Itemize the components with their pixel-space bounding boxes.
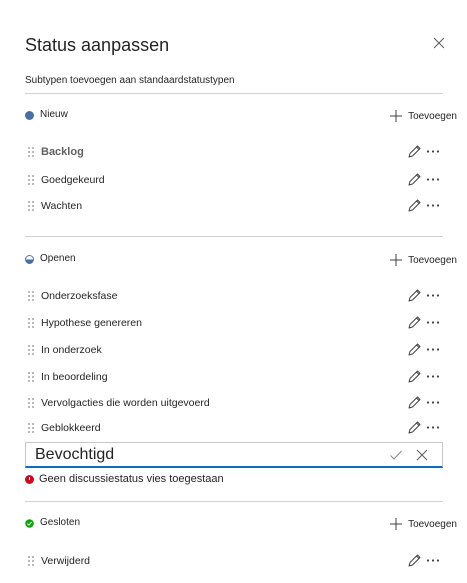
status-open-icon <box>25 255 34 264</box>
section-header-openen: Openen Toevoegen <box>25 250 457 270</box>
list-item[interactable]: In beoordeling <box>25 367 443 387</box>
divider <box>25 236 443 237</box>
item-label: Geblokkeerd <box>41 422 101 434</box>
more-options-icon[interactable] <box>426 144 440 159</box>
drag-handle-icon[interactable] <box>27 397 35 409</box>
add-subtype-button-nieuw[interactable]: Toevoegen <box>390 106 457 126</box>
status-closed-icon <box>25 519 34 528</box>
validation-error: Geen discussiestatus vies toegestaan <box>25 473 224 485</box>
more-options-icon[interactable] <box>426 172 440 187</box>
section-label: Nieuw <box>40 109 68 120</box>
drag-handle-icon[interactable] <box>27 174 35 186</box>
more-options-icon[interactable] <box>426 369 440 384</box>
drag-handle-icon[interactable] <box>27 344 35 356</box>
section-label: Openen <box>40 253 76 264</box>
add-subtype-button-gesloten[interactable]: Toevoegen <box>390 514 457 534</box>
list-item[interactable]: Hypothese genereren <box>25 313 443 333</box>
more-options-icon[interactable] <box>426 553 440 568</box>
divider <box>25 93 443 94</box>
item-label: Onderzoeksfase <box>41 290 118 302</box>
dialog-subtitle: Subtypen toevoegen aan standaardstatusty… <box>25 75 235 86</box>
list-item[interactable]: Geblokkeerd <box>25 418 443 438</box>
more-options-icon[interactable] <box>426 395 440 410</box>
plus-icon <box>390 254 403 266</box>
edit-icon[interactable] <box>407 144 422 159</box>
section-header-gesloten: Gesloten Toevoegen <box>25 514 457 534</box>
plus-icon <box>390 110 403 122</box>
more-options-icon[interactable] <box>426 288 440 303</box>
divider <box>25 501 443 502</box>
item-label: Vervolgacties die worden uitgevoerd <box>41 397 210 409</box>
list-item[interactable]: Wachten <box>25 196 443 216</box>
drag-handle-icon[interactable] <box>27 317 35 329</box>
add-label: Toevoegen <box>408 110 457 122</box>
check-icon[interactable] <box>389 448 403 462</box>
list-item[interactable]: Goedgekeurd <box>25 170 443 190</box>
subtype-name-input[interactable] <box>35 445 375 465</box>
section-label: Gesloten <box>40 517 81 528</box>
new-subtype-editor <box>25 442 443 468</box>
item-label: Wachten <box>41 200 83 212</box>
error-message: Geen discussiestatus vies toegestaan <box>39 473 224 485</box>
drag-handle-icon[interactable] <box>27 371 35 383</box>
list-item[interactable]: Vervolgacties die worden uitgevoerd <box>25 393 443 413</box>
edit-icon[interactable] <box>407 198 422 213</box>
edit-icon[interactable] <box>407 420 422 435</box>
more-options-icon[interactable] <box>426 315 440 330</box>
close-icon[interactable] <box>430 34 448 52</box>
add-label: Toevoegen <box>408 518 457 530</box>
item-label: Verwijderd <box>41 555 91 567</box>
list-item[interactable]: In onderzoek <box>25 340 443 360</box>
edit-icon[interactable] <box>407 315 422 330</box>
edit-icon[interactable] <box>407 395 422 410</box>
status-new-icon <box>25 111 34 120</box>
edit-icon[interactable] <box>407 553 422 568</box>
dismiss-icon[interactable] <box>415 448 429 462</box>
add-subtype-button-openen[interactable]: Toevoegen <box>390 250 457 270</box>
dialog-title: Status aanpassen <box>25 35 170 55</box>
item-label: Hypothese genereren <box>41 317 142 329</box>
item-label: In beoordeling <box>41 371 108 383</box>
error-icon <box>25 474 34 484</box>
more-options-icon[interactable] <box>426 342 440 357</box>
list-item[interactable]: Verwijderd <box>25 551 443 571</box>
drag-handle-icon[interactable] <box>27 200 35 212</box>
customize-status-panel: Status aanpassen Subtypen toevoegen aan … <box>0 0 467 583</box>
edit-icon[interactable] <box>407 369 422 384</box>
drag-handle-icon[interactable] <box>27 555 35 567</box>
drag-handle-icon[interactable] <box>27 290 35 302</box>
list-item[interactable]: Backlog <box>25 142 443 162</box>
edit-icon[interactable] <box>407 342 422 357</box>
drag-handle-icon[interactable] <box>27 422 35 434</box>
drag-handle-icon[interactable] <box>27 146 35 158</box>
plus-icon <box>390 518 403 530</box>
section-header-nieuw: Nieuw Toevoegen <box>25 106 457 126</box>
more-options-icon[interactable] <box>426 420 440 435</box>
edit-icon[interactable] <box>407 172 422 187</box>
list-item[interactable]: Onderzoeksfase <box>25 286 443 306</box>
item-label: In onderzoek <box>41 344 102 356</box>
item-label: Goedgekeurd <box>41 174 105 186</box>
item-label: Backlog <box>41 146 84 158</box>
add-label: Toevoegen <box>408 254 457 266</box>
edit-icon[interactable] <box>407 288 422 303</box>
more-options-icon[interactable] <box>426 198 440 213</box>
